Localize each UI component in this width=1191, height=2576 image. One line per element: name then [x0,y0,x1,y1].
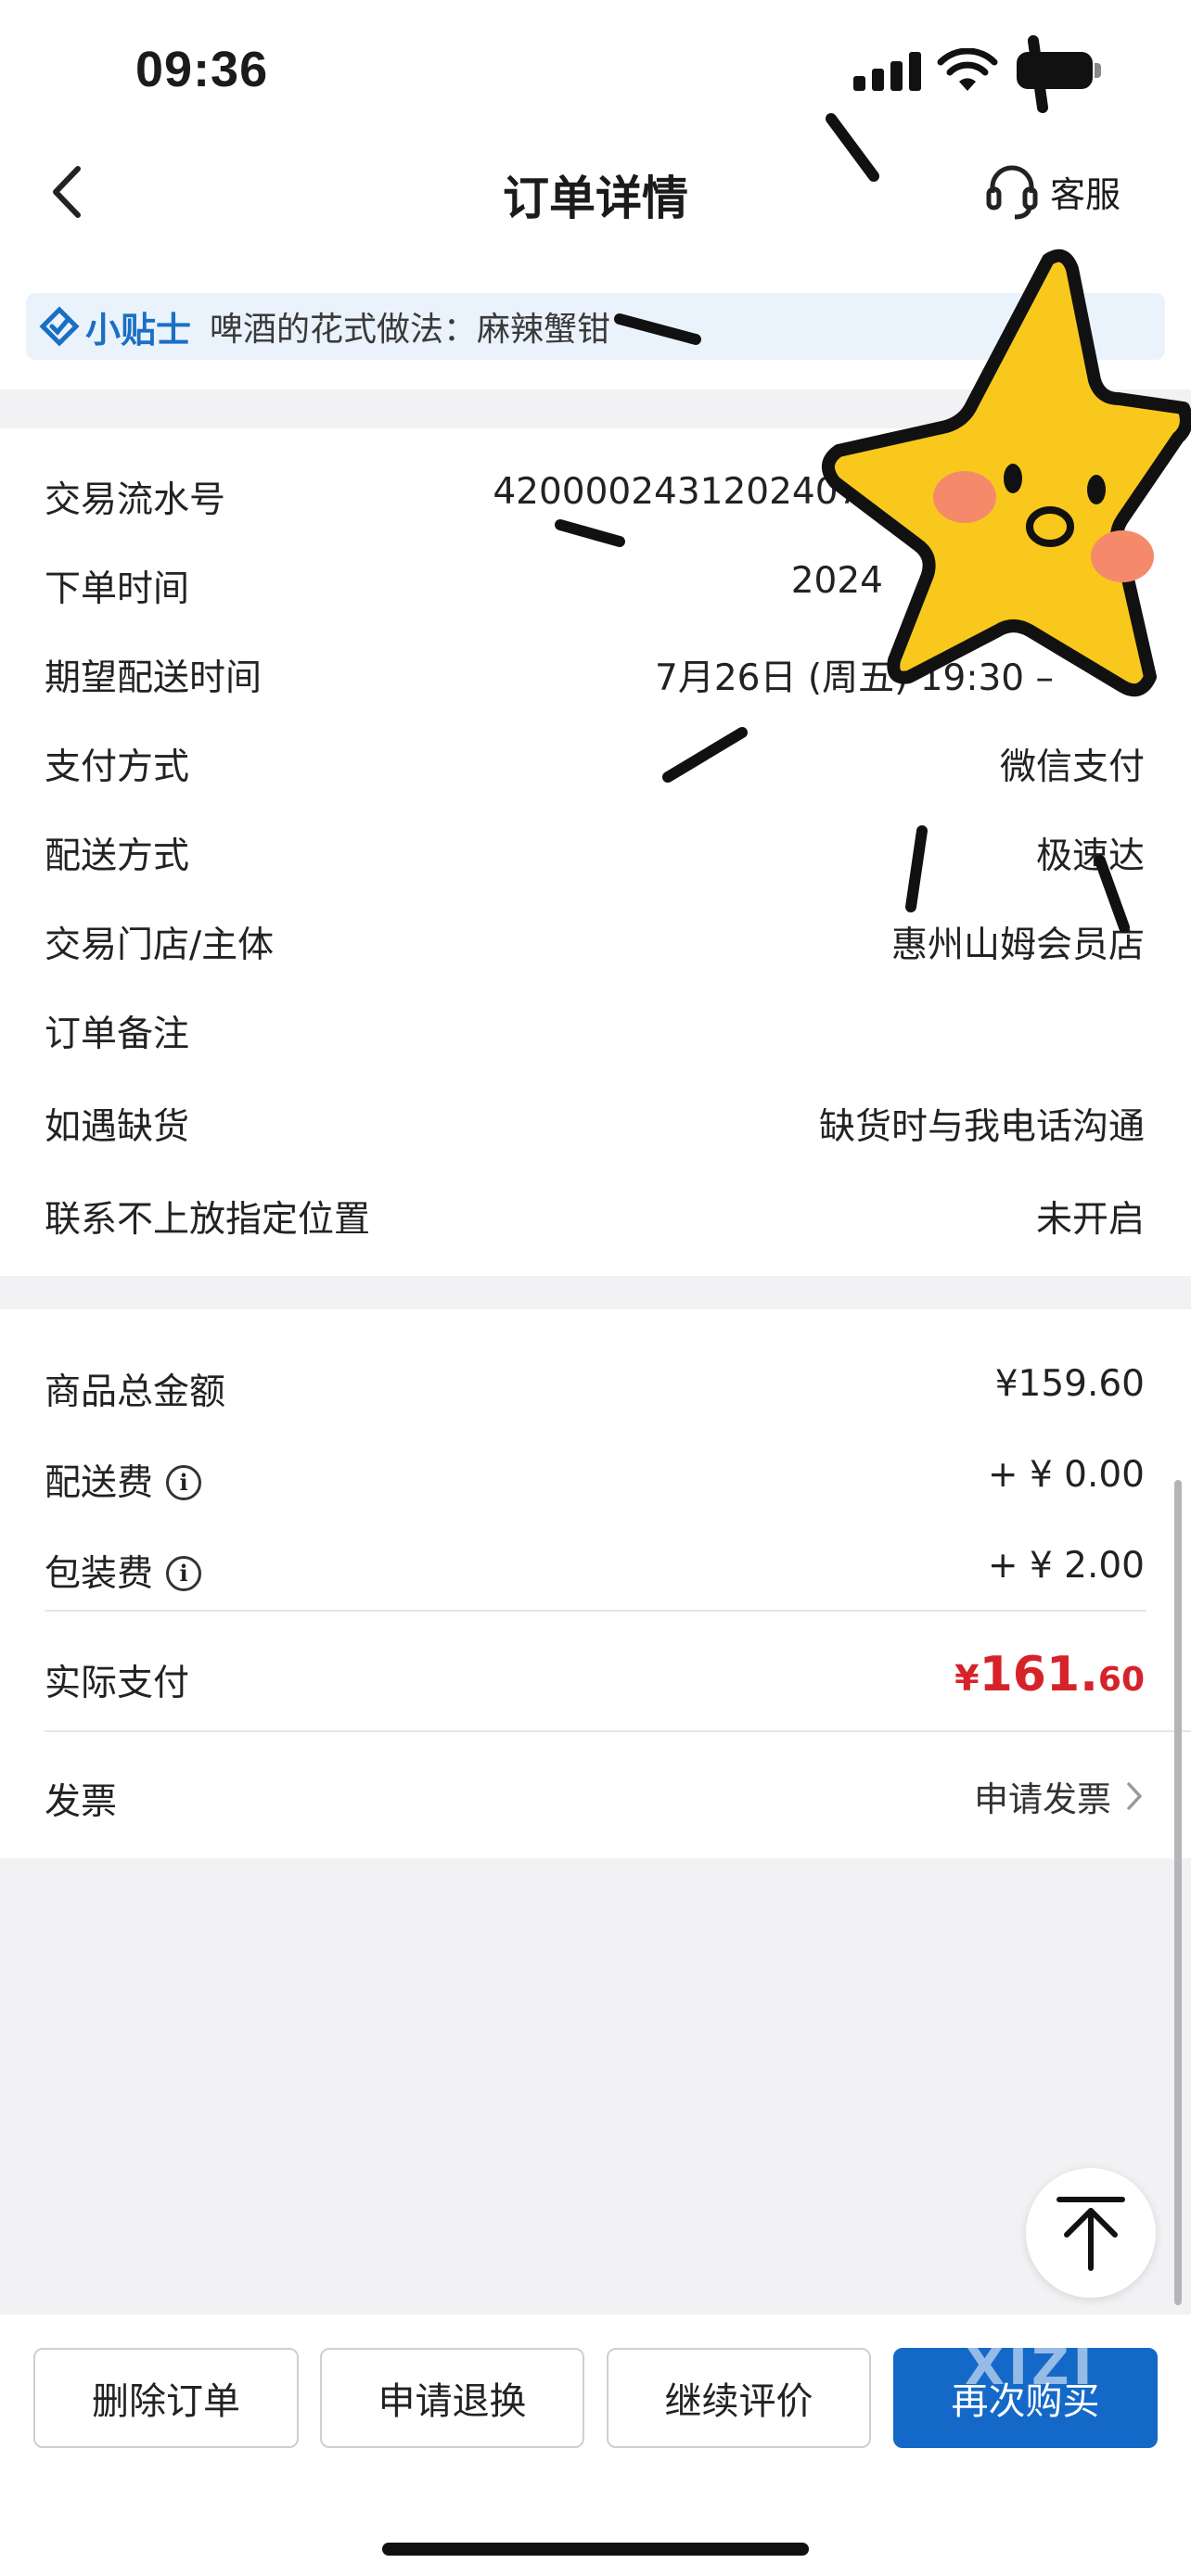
scribble-mark-icon [826,113,879,182]
goods-total-value: ¥159.60 [994,1363,1145,1405]
invoice-label: 发票 [45,1781,118,1823]
info-icon[interactable]: i [166,1464,202,1500]
scribble-mark-icon [662,727,748,783]
scribble-mark-icon [1095,855,1130,933]
arrow-up-to-top-icon [1057,2197,1125,2271]
order-info-value: 缺货时与我电话沟通 [818,1106,1145,1148]
apply-invoice-link[interactable]: 申请发票 [974,1771,1145,1821]
order-info-row: 交易门店/主体 惠州山姆会员店 [0,901,1191,976]
apply-return-button[interactable]: 申请退换 [320,2348,584,2448]
actual-paid-row: 实际支付 ¥161.60 [0,1639,1191,1714]
amount-card: 商品总金额 ¥159.60 配送费 i + ¥ 0.00 包装费 i + ¥ 2.0… [0,1309,1191,1858]
scroll-to-top-button[interactable] [1026,2168,1156,2298]
home-indicator [382,2543,809,2556]
packing-fee-value: + ¥ 2.00 [987,1545,1145,1587]
divider [45,1610,1146,1612]
goods-total-label: 商品总金额 [45,1371,226,1413]
delete-order-button[interactable]: 删除订单 [33,2348,299,2448]
order-info-value: 未开启 [1035,1199,1145,1241]
delivery-fee-row: 配送费 i + ¥ 0.00 [0,1439,1191,1513]
navigation-bar: 订单详情 客服 [0,139,1191,250]
scribble-mark-icon [905,825,928,912]
info-icon[interactable]: i [166,1555,202,1591]
customer-service-label: 客服 [1050,173,1121,215]
watermark: XIZI [965,2337,1096,2397]
packing-fee-label: 包装费 [45,1553,154,1595]
order-info-label: 配送方式 [45,835,190,877]
tip-badge: 小贴士 [85,309,192,351]
order-info-label: 交易流水号 [45,479,226,521]
order-info-label: 如遇缺货 [45,1106,190,1148]
order-info-label: 订单备注 [45,1014,190,1055]
delivery-fee-label: 配送费 [45,1462,154,1504]
goods-total-row: 商品总金额 ¥159.60 [0,1348,1191,1422]
order-info-label: 下单时间 [45,568,190,610]
order-info-label: 支付方式 [45,746,190,788]
order-info-label: 联系不上放指定位置 [45,1199,371,1241]
actual-paid-value: ¥161.60 [954,1647,1145,1702]
delivery-fee-value: + ¥ 0.00 [987,1454,1145,1496]
tip-diamond-check-icon [39,306,80,347]
packing-fee-row: 包装费 i + ¥ 2.00 [0,1530,1191,1604]
scrollbar[interactable] [1174,1480,1182,2305]
order-info-row: 如遇缺货 缺货时与我电话沟通 [0,1083,1191,1157]
scribble-mark-icon [555,519,625,547]
order-info-row: 配送方式 极速达 [0,812,1191,886]
star-sticker-icon [822,249,1191,697]
tip-text: 啤酒的花式做法：麻辣蟹钳 [210,311,611,349]
wifi-icon [937,48,998,91]
status-bar: 09:36 [0,0,1191,139]
order-info-label: 交易门店/主体 [45,925,275,966]
status-time: 09:36 [135,42,269,97]
cellular-signal-icon [853,52,922,91]
scribble-mark-icon [1028,35,1048,113]
invoice-row[interactable]: 发票 申请发票 [0,1758,1191,1832]
continue-review-button[interactable]: 继续评价 [607,2348,871,2448]
headset-icon [986,165,1038,220]
scribble-mark-icon [614,313,701,345]
chevron-right-icon [1127,1782,1142,1810]
order-info-row: 订单备注 [0,990,1191,1065]
order-info-label: 期望配送时间 [45,657,263,699]
actual-paid-label: 实际支付 [45,1663,190,1704]
order-info-row: 联系不上放指定位置 未开启 [0,1176,1191,1250]
divider [45,1730,1191,1732]
customer-service-button[interactable]: 客服 [985,161,1121,221]
